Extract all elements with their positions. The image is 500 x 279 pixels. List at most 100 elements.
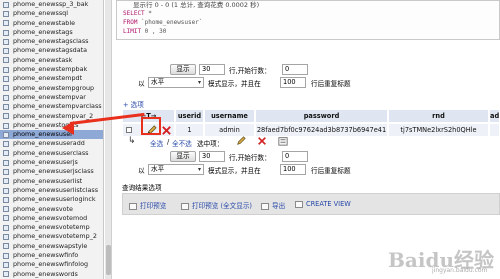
sidebar-table-label: phome_enewstempdt	[13, 74, 83, 83]
edit-highlight-box	[141, 117, 161, 135]
show-button-top[interactable]: 显示	[170, 64, 196, 75]
sidebar-table-item[interactable]: phome_enewstempdt	[0, 74, 103, 83]
delete-x-icon[interactable]	[161, 125, 172, 136]
show-button-bottom[interactable]: 显示	[170, 151, 196, 162]
sidebar-table-item[interactable]: phome_enewsvotemod	[0, 214, 103, 223]
sidebar-table-item[interactable]: phome_enewstagsdata	[0, 46, 103, 55]
options-link[interactable]: + 选项	[123, 99, 144, 109]
sidebar-table-item[interactable]: phome_enewstempvarclass	[0, 102, 103, 111]
table-header-rnd[interactable]: rnd	[389, 110, 489, 122]
table-icon	[3, 252, 9, 259]
table-icon	[3, 206, 9, 213]
sidebar-table-item[interactable]: phome_enewsuserjsclass	[0, 167, 103, 176]
sidebar-table-label: phome_enewsvotetemp	[13, 223, 90, 232]
sql-line-from: FROM `phome_enewsuser`	[123, 19, 202, 26]
cell-ad	[490, 124, 500, 136]
row-checkbox[interactable]	[126, 127, 132, 133]
row-count-input-top[interactable]: 30	[199, 64, 225, 75]
start-row-input-bottom[interactable]: 0	[282, 151, 308, 162]
create-view-icon	[295, 200, 303, 208]
cell-username: admin	[205, 124, 255, 136]
sidebar-table-item[interactable]: phome_enewstempbak	[0, 65, 103, 74]
table-icon	[3, 10, 9, 17]
bulk-delete-x-icon[interactable]	[257, 136, 267, 146]
table-icon	[3, 57, 9, 64]
display-mode-select-bottom[interactable]: 水平	[148, 164, 204, 175]
baidu-watermark: Baidu经验 jingyan.baidu.com	[360, 232, 500, 279]
table-icon	[3, 150, 9, 157]
sql-keyword: FROM	[123, 19, 138, 26]
row-count-input-bottom[interactable]: 30	[199, 151, 225, 162]
sidebar-table-item[interactable]: phome_enewstempvar	[0, 93, 103, 102]
sidebar-scrollbar[interactable]	[105, 0, 112, 279]
selected-label: 选中项：	[197, 140, 224, 148]
bulk-edit-pencil-icon[interactable]	[236, 136, 246, 146]
sidebar-table-label: phome_enewswfinfolog	[13, 260, 89, 269]
table-header-password[interactable]: password	[256, 110, 388, 122]
repeat-header-label-top: 行后重复标题	[311, 80, 351, 88]
bulk-arrow-icon: ↳	[128, 136, 136, 146]
repeat-header-input-top[interactable]: 100	[280, 77, 306, 88]
table-header-userid[interactable]: userid	[176, 110, 204, 122]
print-preview-link[interactable]: 打印预览	[129, 200, 166, 210]
table-icon	[3, 48, 9, 55]
table-icon	[3, 187, 9, 194]
query-result-operations: 查询结果选项 打印预览 打印预览 (全文显示) 导出 CREATE VIEW	[122, 182, 500, 215]
sidebar-table-item[interactable]: phome_enewswords	[0, 270, 103, 279]
table-icon	[3, 271, 9, 278]
sidebar-table-label: phome_enewsvotemod	[13, 213, 88, 222]
sidebar-table-item[interactable]: phome_enewsvotetemp	[0, 223, 103, 232]
export-link[interactable]: 导出	[261, 200, 285, 210]
uncheck-all-link[interactable]: 全不选	[172, 138, 192, 148]
table-icon	[3, 141, 9, 148]
sidebar-table-item[interactable]: phome_enewsuserlistclass	[0, 186, 103, 195]
sidebar-table-item[interactable]: phome_enewswfinfo	[0, 251, 103, 260]
print-preview-full-link[interactable]: 打印预览 (全文显示)	[181, 200, 252, 210]
cell-rnd: tj7sTMNe2lxrS2h0QHle	[389, 124, 489, 136]
sidebar-table-label: phome_enewsuserjs	[13, 158, 78, 167]
table-header-ad[interactable]: ad	[490, 110, 500, 122]
sidebar-table-item[interactable]: phome_enewswfinfolog	[0, 260, 103, 269]
sql-query-box: 显示行 0 - 0 (1 总计, 查询花费 0.0002 秒) SELECT *…	[116, 0, 500, 40]
sidebar-table-item[interactable]: phome_enewsuserjs	[0, 158, 103, 167]
sidebar-table-label: phome_enewstempbak	[13, 65, 88, 74]
sidebar-table-label: phome_enewstags	[13, 27, 73, 36]
repeat-header-input-bottom[interactable]: 100	[280, 164, 306, 175]
sidebar-table-item[interactable]: phome_enewstagsclass	[0, 37, 103, 46]
table-header-username[interactable]: username	[205, 110, 255, 122]
sidebar-table-item[interactable]: phome_enewstempgroup	[0, 84, 103, 93]
sidebar-table-item[interactable]: phome_enewsvote	[0, 205, 103, 214]
sidebar-table-item[interactable]: phome_enewssp_3_bak	[0, 0, 103, 9]
operations-title: 查询结果选项	[122, 184, 162, 192]
bulk-export-icon[interactable]	[278, 136, 288, 146]
sidebar-table-item[interactable]: phome_enewstask	[0, 56, 103, 65]
create-view-link[interactable]: CREATE VIEW	[295, 200, 351, 208]
sidebar-table-label: phome_enewswfinfo	[13, 251, 79, 260]
sidebar-table-item[interactable]: phome_enewsuserclass	[0, 149, 103, 158]
sidebar-table-item[interactable]: phome_enewsvotetemp_2	[0, 232, 103, 241]
sql-keyword: SELECT	[123, 10, 145, 17]
sidebar-table-item[interactable]: phome_enewssql	[0, 9, 103, 18]
sidebar-table-item[interactable]: phome_enewsuserloginck	[0, 195, 103, 204]
result-table: ←T→ userid username password rnd ad 1 ad…	[123, 110, 500, 136]
sidebar-table-item[interactable]: phome_enewstags	[0, 28, 103, 37]
sql-text: `phome_enewsuser`	[137, 19, 203, 26]
sidebar-table-label: phome_enewsvotetemp_2	[13, 232, 97, 241]
operations-row: 打印预览 打印预览 (全文显示) 导出 CREATE VIEW	[122, 193, 500, 215]
sidebar-table-item[interactable]: phome_enewswapstyle	[0, 242, 103, 251]
sql-keyword: LIMIT	[123, 28, 142, 35]
sql-line-select: SELECT *	[123, 10, 152, 17]
query-status-line: 显示行 0 - 0 (1 总计, 查询花费 0.0002 秒)	[133, 1, 260, 9]
sidebar-table-item[interactable]: phome_enewsuser	[0, 130, 103, 140]
sidebar-table-item[interactable]: phome_enewstable	[0, 19, 103, 28]
sidebar-table-item[interactable]: phome_enewsuseradd	[0, 139, 103, 148]
display-mode-select-top[interactable]: 水平	[148, 77, 204, 88]
scrollbar-thumb[interactable]	[106, 245, 111, 275]
check-all-link[interactable]: 全选	[150, 138, 163, 148]
watermark-subtext: jingyan.baidu.com	[432, 267, 488, 274]
table-icon	[3, 76, 9, 83]
start-row-input-top[interactable]: 0	[282, 64, 308, 75]
repeat-header-label-bottom: 行后重复标题	[311, 167, 351, 175]
sidebar-table-item[interactable]: phome_enewsuserlist	[0, 177, 103, 186]
sql-text: 0 , 30	[141, 28, 167, 35]
